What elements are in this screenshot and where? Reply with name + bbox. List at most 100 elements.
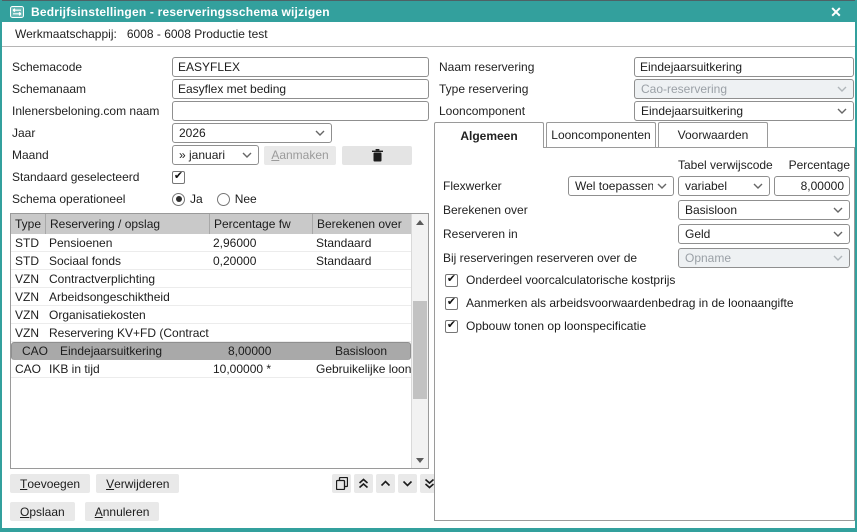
reserveringen-table: Type Reservering / opslag Percentage fw …: [10, 213, 429, 469]
operationeel-ja-option[interactable]: Ja: [172, 192, 203, 206]
looncomponent-select[interactable]: Eindejaarsuitkering: [634, 101, 854, 121]
table-scrollbar[interactable]: [411, 214, 428, 468]
close-icon[interactable]: ✕: [825, 2, 847, 22]
verwijscode-select[interactable]: variabel: [678, 176, 770, 196]
schemacode-input[interactable]: [172, 57, 429, 77]
werkmaatschappij-value: 6008 - 6008 Productie test: [127, 27, 268, 41]
table-row[interactable]: CAOIKB in tijd10,00000 *Gebruikelijke lo…: [11, 360, 411, 378]
move-up-button[interactable]: [376, 474, 395, 493]
aanmaken-button[interactable]: Aanmaken: [264, 146, 336, 165]
jaar-label: Jaar: [12, 126, 172, 140]
standaard-label: Standaard geselecteerd: [12, 170, 172, 184]
window-icon: [10, 6, 24, 18]
algemeen-panel: Tabel verwijscode Percentage Flexwerker …: [434, 147, 855, 521]
opbouw-tonen-checkbox[interactable]: [445, 320, 458, 333]
reserveren-in-select[interactable]: Geld: [678, 224, 850, 244]
looncomponent-label: Looncomponent: [439, 104, 634, 118]
opbouw-tonen-label: Opbouw tonen op loonspecificatie: [466, 319, 646, 333]
reserveren-in-value: Geld: [685, 227, 829, 241]
reserveren-in-label: Reserveren in: [443, 227, 678, 241]
opslaan-button[interactable]: Opslaan: [10, 502, 75, 521]
percentage-column-header: Percentage: [774, 158, 850, 172]
type-reservering-select: Cao-reservering: [634, 79, 854, 99]
move-down-button[interactable]: [398, 474, 417, 493]
werkmaatschappij-bar: Werkmaatschappij: 6008 - 6008 Productie …: [2, 22, 855, 47]
naam-reservering-input[interactable]: [634, 57, 854, 77]
copy-button[interactable]: [332, 474, 351, 493]
table-row[interactable]: STDSociaal fonds0,20000Standaard: [11, 252, 411, 270]
flexwerker-label: Flexwerker: [443, 179, 568, 193]
chevron-down-icon: [753, 183, 763, 189]
maand-value: » januari: [179, 148, 238, 162]
table-row[interactable]: VZNOrganisatiekosten: [11, 306, 411, 324]
toevoegen-button[interactable]: Toevoegen: [10, 474, 90, 493]
toepassen-value: Wel toepassen: [575, 179, 653, 193]
scrollbar-thumb[interactable]: [413, 301, 427, 399]
type-reservering-label: Type reservering: [439, 82, 634, 96]
naam-reservering-label: Naam reservering: [439, 60, 634, 74]
chevron-down-icon: [837, 86, 847, 92]
verwijscode-column-header: Tabel verwijscode: [678, 158, 773, 172]
schemacode-label: Schemacode: [12, 60, 172, 74]
maand-label: Maand: [12, 148, 172, 162]
chevron-down-icon: [315, 130, 325, 136]
window-title: Bedrijfsinstellingen - reserveringsschem…: [31, 5, 825, 19]
scroll-up-icon[interactable]: [412, 214, 428, 230]
chevron-down-icon: [657, 183, 667, 189]
double-chevron-up-icon: [358, 478, 369, 489]
copy-icon: [336, 477, 348, 490]
chevron-up-icon: [380, 480, 391, 487]
trash-icon: [372, 149, 383, 162]
tab-looncomponenten[interactable]: Looncomponenten: [546, 122, 656, 147]
table-row[interactable]: STDPensioenen2,96000Standaard: [11, 234, 411, 252]
table-row[interactable]: VZNReservering KV+FD (Contract...: [11, 324, 411, 342]
table-row[interactable]: VZNArbeidsongeschiktheid: [11, 288, 411, 306]
voorcalculatorische-checkbox[interactable]: [445, 274, 458, 287]
jaar-select[interactable]: 2026: [172, 123, 332, 143]
delete-month-button[interactable]: [342, 146, 412, 165]
type-reservering-value: Cao-reservering: [641, 82, 833, 96]
schemanaam-input[interactable]: [172, 79, 429, 99]
percentage-input[interactable]: [774, 176, 850, 196]
chevron-down-icon: [837, 108, 847, 114]
move-top-button[interactable]: [354, 474, 373, 493]
voorcalculatorische-label: Onderdeel voorcalculatorische kostprijs: [466, 273, 675, 287]
scroll-down-icon[interactable]: [412, 452, 428, 468]
reservering-form: Naam reservering Type reservering Cao-re…: [439, 56, 854, 122]
reserveren-over-label: Bij reserveringen reserveren over de: [443, 251, 678, 265]
chevron-down-icon: [833, 255, 843, 261]
table-row-selected[interactable]: CAOEindejaarsuitkering8,00000Basisloon: [11, 342, 411, 360]
tab-algemeen[interactable]: Algemeen: [434, 122, 544, 148]
annuleren-button[interactable]: Annuleren: [85, 502, 160, 521]
chevron-down-icon: [833, 207, 843, 213]
nee-label: Nee: [235, 192, 257, 206]
verwijscode-value: variabel: [685, 179, 749, 193]
reserveren-over-value: Opname: [685, 251, 829, 265]
arbeidsvoorwaardenbedrag-checkbox[interactable]: [445, 297, 458, 310]
tab-voorwaarden[interactable]: Voorwaarden: [658, 122, 768, 147]
radio-nee[interactable]: [217, 193, 230, 206]
col-type: Type: [11, 214, 45, 234]
inlenersbeloning-input[interactable]: [172, 101, 429, 121]
radio-ja[interactable]: [172, 193, 185, 206]
berekenen-over-value: Basisloon: [685, 203, 829, 217]
schemanaam-label: Schemanaam: [12, 82, 172, 96]
maand-select[interactable]: » januari: [172, 145, 259, 165]
table-header: Type Reservering / opslag Percentage fw …: [11, 214, 411, 234]
table-row[interactable]: VZNContractverplichting: [11, 270, 411, 288]
operationeel-nee-option[interactable]: Nee: [217, 192, 257, 206]
operationeel-label: Schema operationeel: [12, 192, 172, 206]
berekenen-over-select[interactable]: Basisloon: [678, 200, 850, 220]
reserveren-over-select: Opname: [678, 248, 850, 268]
inlenersbeloning-label: Inlenersbeloning.com naam: [12, 104, 172, 118]
verwijderen-button[interactable]: Verwijderen: [96, 474, 179, 493]
flexwerker-toepassen-select[interactable]: Wel toepassen: [568, 176, 674, 196]
col-percentage: Percentage fw: [209, 214, 312, 234]
tab-strip: Algemeen Looncomponenten Voorwaarden: [434, 122, 768, 148]
dialog-window: Bedrijfsinstellingen - reserveringsschem…: [0, 0, 857, 532]
chevron-down-icon: [242, 152, 252, 158]
standaard-checkbox[interactable]: [172, 171, 185, 184]
jaar-value: 2026: [179, 126, 311, 140]
col-berekenen: Berekenen over: [312, 214, 411, 234]
title-bar: Bedrijfsinstellingen - reserveringsschem…: [2, 0, 855, 22]
